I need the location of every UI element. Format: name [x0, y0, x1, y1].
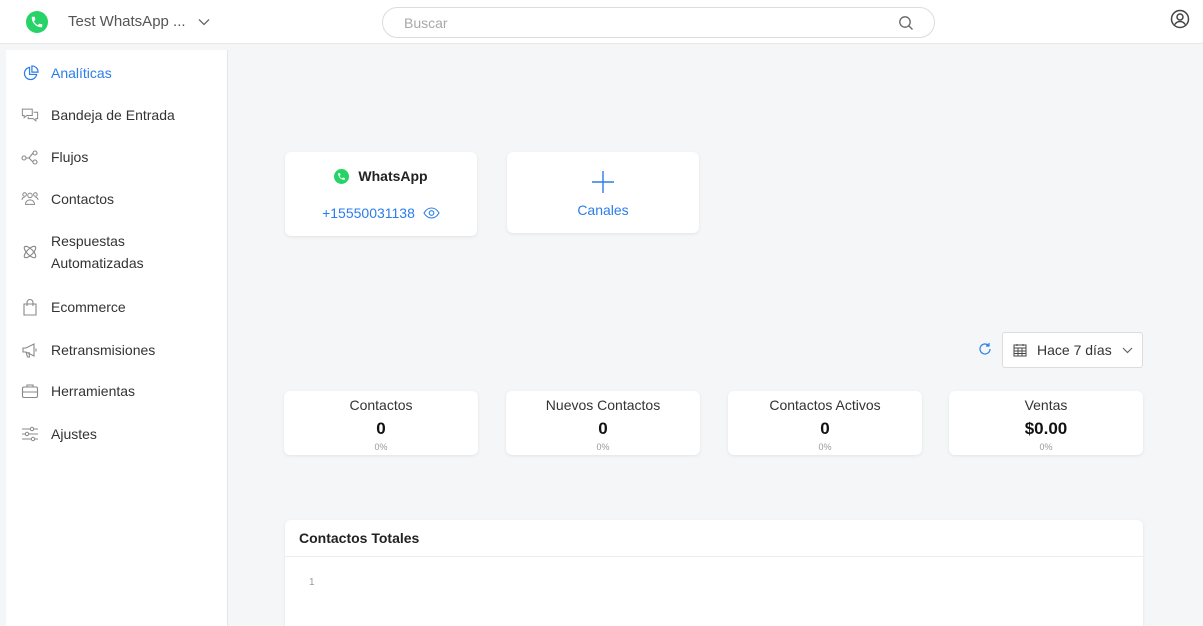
search-input[interactable] [404, 14, 874, 31]
card-title: Contactos Totales [299, 530, 420, 546]
channel-name: WhatsApp [358, 168, 428, 184]
calendar-icon [1013, 343, 1027, 357]
megaphone-icon [21, 341, 39, 359]
sidebar-item-label: Respuestas Automatizadas [51, 233, 144, 271]
stat-card-contactos-activos: Contactos Activos 0 0% [728, 391, 922, 455]
stat-card-ventas: Ventas $0.00 0% [949, 391, 1143, 455]
search-bar [382, 7, 935, 38]
stat-label: Contactos [349, 397, 413, 413]
stat-change: 0% [818, 442, 832, 452]
stat-label: Nuevos Contactos [545, 397, 661, 413]
shopping-bag-icon [21, 298, 39, 316]
whatsapp-logo-icon [26, 10, 48, 33]
sidebar-item-label: Retransmisiones [51, 342, 156, 358]
eye-icon[interactable] [423, 207, 440, 219]
whatsapp-logo-icon [334, 168, 350, 184]
contacts-icon [21, 190, 39, 208]
sidebar-item-contactos[interactable]: Contactos [6, 187, 227, 211]
sidebar-item-retransmisiones[interactable]: Retransmisiones [6, 338, 227, 362]
chat-bubbles-icon [21, 106, 39, 124]
stat-value: $0.00 [1024, 419, 1068, 438]
sidebar: Analíticas Bandeja de Entrada Flujos Con… [6, 50, 228, 626]
contactos-totales-card: Contactos Totales 1 [285, 520, 1143, 626]
stat-label: Ventas [1024, 397, 1068, 413]
stat-card-nuevos-contactos: Nuevos Contactos 0 0% [506, 391, 700, 455]
sidebar-item-herramientas[interactable]: Herramientas [6, 379, 227, 403]
stat-change: 0% [374, 442, 388, 452]
stat-change: 0% [1039, 442, 1053, 452]
y-axis-tick: 1 [309, 577, 315, 588]
sidebar-item-label: Herramientas [51, 383, 136, 399]
stat-change: 0% [596, 442, 610, 452]
stat-value: 0 [376, 419, 386, 438]
top-bar: Test WhatsApp ... [0, 0, 1203, 44]
stat-value: 0 [598, 419, 608, 438]
date-range-value: Hace 7 días [1037, 342, 1112, 358]
sidebar-item-label: Ecommerce [51, 299, 126, 315]
sidebar-item-bandeja[interactable]: Bandeja de Entrada [6, 103, 227, 127]
add-channel-label: Canales [577, 202, 629, 218]
sidebar-item-respuestas-automatizadas[interactable]: Respuestas Automatizadas [6, 228, 227, 276]
sliders-icon [21, 425, 39, 443]
add-channel-button[interactable]: Canales [507, 152, 699, 233]
sidebar-item-analiticas[interactable]: Analíticas [6, 61, 227, 85]
atom-icon [21, 243, 39, 261]
chevron-down-icon [1122, 347, 1133, 354]
whatsapp-channel-card[interactable]: WhatsApp +15550031138 [285, 152, 477, 236]
sidebar-item-label: Contactos [51, 191, 115, 207]
stat-card-contactos: Contactos 0 0% [284, 391, 478, 455]
sidebar-item-label: Flujos [51, 149, 89, 165]
search-icon[interactable] [898, 15, 914, 31]
stat-label: Contactos Activos [769, 397, 881, 413]
account-name: Test WhatsApp ... [68, 13, 186, 30]
channel-phone-link[interactable]: +15550031138 [285, 205, 477, 221]
refresh-icon[interactable] [978, 342, 992, 356]
user-profile-icon[interactable] [1170, 9, 1190, 29]
flow-icon [21, 148, 39, 166]
sidebar-item-ecommerce[interactable]: Ecommerce [6, 295, 227, 319]
sidebar-item-ajustes[interactable]: Ajustes [6, 422, 227, 446]
sidebar-item-label: Bandeja de Entrada [51, 107, 175, 123]
chevron-down-icon [198, 18, 210, 26]
sidebar-item-label: Ajustes [51, 426, 97, 442]
sidebar-item-flujos[interactable]: Flujos [6, 145, 227, 169]
pie-chart-icon [21, 64, 39, 82]
toolbox-icon [21, 382, 39, 400]
channel-title: WhatsApp [285, 168, 477, 184]
account-switcher[interactable]: Test WhatsApp ... [0, 0, 210, 44]
date-range-select[interactable]: Hace 7 días [1002, 332, 1143, 368]
card-header: Contactos Totales [285, 520, 1143, 557]
sidebar-item-label: Analíticas [51, 65, 112, 81]
stat-value: 0 [820, 419, 830, 438]
channel-phone: +15550031138 [322, 205, 415, 221]
plus-icon [591, 170, 615, 194]
